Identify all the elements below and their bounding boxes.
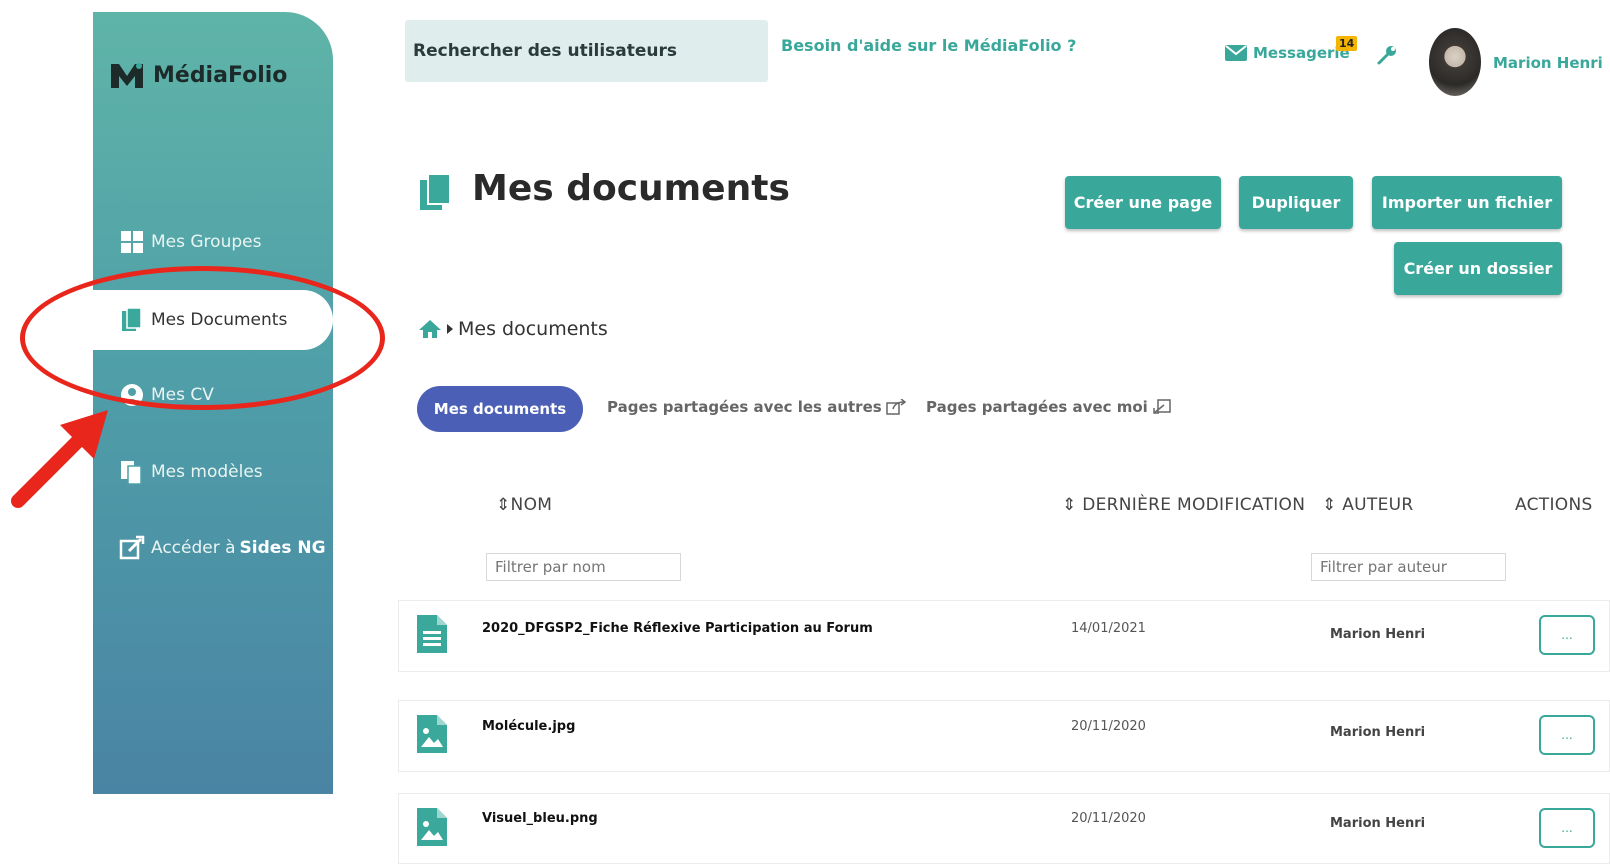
duplicate-button[interactable]: Dupliquer xyxy=(1239,176,1353,229)
sort-icon: ⇕ xyxy=(1322,495,1343,515)
actions-button[interactable]: ... xyxy=(1539,615,1595,655)
tab-shared-with-others[interactable]: Pages partagées avec les autres xyxy=(607,398,906,416)
sort-icon: ⇕ xyxy=(496,495,511,515)
sidebar-item-label: Mes Groupes xyxy=(151,232,262,252)
column-header-actions: ACTIONS xyxy=(1515,495,1593,515)
actions-button[interactable]: ... xyxy=(1539,808,1595,848)
user-search-field[interactable]: Rechercher des utilisateurs xyxy=(405,20,768,82)
tab-shared-with-me[interactable]: Pages partagées avec moi xyxy=(926,398,1172,416)
sidebar-item-label-bold: Sides NG xyxy=(239,538,326,558)
file-author: Marion Henri xyxy=(1330,816,1426,831)
column-header-modified[interactable]: ⇕ DERNIÈRE MODIFICATION xyxy=(1062,495,1305,515)
table-row[interactable]: Visuel_bleu.png 20/11/2020 Marion Henri … xyxy=(398,793,1610,864)
file-date: 20/11/2020 xyxy=(1071,811,1146,826)
share-in-icon xyxy=(1153,399,1171,414)
external-edit-icon xyxy=(119,535,145,561)
file-name[interactable]: 2020_DFGSP2_Fiche Réflexive Participatio… xyxy=(482,621,873,636)
actions-button[interactable]: ... xyxy=(1539,715,1595,755)
create-folder-button[interactable]: Créer un dossier xyxy=(1394,242,1562,295)
image-file-icon xyxy=(417,808,447,846)
sort-icon: ⇕ xyxy=(1062,495,1083,515)
table-row[interactable]: Molécule.jpg 20/11/2020 Marion Henri ... xyxy=(398,700,1610,772)
user-name[interactable]: Marion Henri xyxy=(1493,54,1603,72)
file-name[interactable]: Visuel_bleu.png xyxy=(482,811,598,826)
filter-name-input[interactable] xyxy=(486,553,681,581)
sidebar-item-label: Accéder à xyxy=(151,538,236,558)
breadcrumb-current: Mes documents xyxy=(458,318,608,340)
messages-link[interactable]: Messagerie xyxy=(1225,44,1350,62)
column-header-label: DERNIÈRE MODIFICATION xyxy=(1082,495,1306,515)
file-name[interactable]: Molécule.jpg xyxy=(482,719,575,734)
highlight-ellipse xyxy=(20,266,385,410)
sidebar-item-sides-ng[interactable]: Accéder à Sides NG xyxy=(93,518,333,578)
image-file-icon xyxy=(417,715,447,753)
tab-label: Pages partagées avec les autres xyxy=(607,398,882,416)
file-date: 14/01/2021 xyxy=(1071,621,1146,636)
envelope-icon xyxy=(1225,45,1247,61)
user-avatar[interactable] xyxy=(1429,28,1481,96)
copy-icon xyxy=(119,459,145,485)
grid-icon xyxy=(119,229,145,255)
filter-author-input[interactable] xyxy=(1311,553,1506,581)
brand-name: MédiaFolio xyxy=(153,62,288,88)
breadcrumb: Mes documents xyxy=(418,318,608,340)
documents-icon xyxy=(420,173,451,210)
column-header-label: AUTEUR xyxy=(1342,495,1414,515)
pointer-arrow-icon xyxy=(11,410,108,508)
home-icon[interactable] xyxy=(418,319,442,339)
document-file-icon xyxy=(417,615,447,653)
column-header-label: NOM xyxy=(510,495,553,515)
sidebar-item-groupes[interactable]: Mes Groupes xyxy=(93,212,333,272)
wrench-icon[interactable] xyxy=(1376,44,1398,66)
create-page-button[interactable]: Créer une page xyxy=(1065,176,1221,229)
file-date: 20/11/2020 xyxy=(1071,719,1146,734)
caret-right-icon xyxy=(447,324,453,334)
table-row[interactable]: 2020_DFGSP2_Fiche Réflexive Participatio… xyxy=(398,600,1610,672)
file-author: Marion Henri xyxy=(1330,725,1426,740)
share-out-icon xyxy=(885,399,906,415)
column-header-name[interactable]: ⇕NOM xyxy=(496,495,552,515)
help-link[interactable]: Besoin d'aide sur le MédiaFolio ? xyxy=(781,36,1076,55)
import-file-button[interactable]: Importer un fichier xyxy=(1372,176,1562,229)
sidebar-item-modeles[interactable]: Mes modèles xyxy=(93,442,333,502)
page-title: Mes documents xyxy=(472,168,790,209)
tab-label: Pages partagées avec moi xyxy=(926,398,1148,416)
m-logo-icon xyxy=(111,63,143,88)
tab-mes-documents[interactable]: Mes documents xyxy=(417,386,583,432)
file-author: Marion Henri xyxy=(1330,627,1426,642)
user-search-label: Rechercher des utilisateurs xyxy=(413,41,678,61)
sidebar-item-label: Mes modèles xyxy=(151,462,263,482)
messages-badge: 14 xyxy=(1336,36,1358,51)
column-header-author[interactable]: ⇕ AUTEUR xyxy=(1322,495,1414,515)
brand-logo[interactable]: MédiaFolio xyxy=(109,60,287,90)
